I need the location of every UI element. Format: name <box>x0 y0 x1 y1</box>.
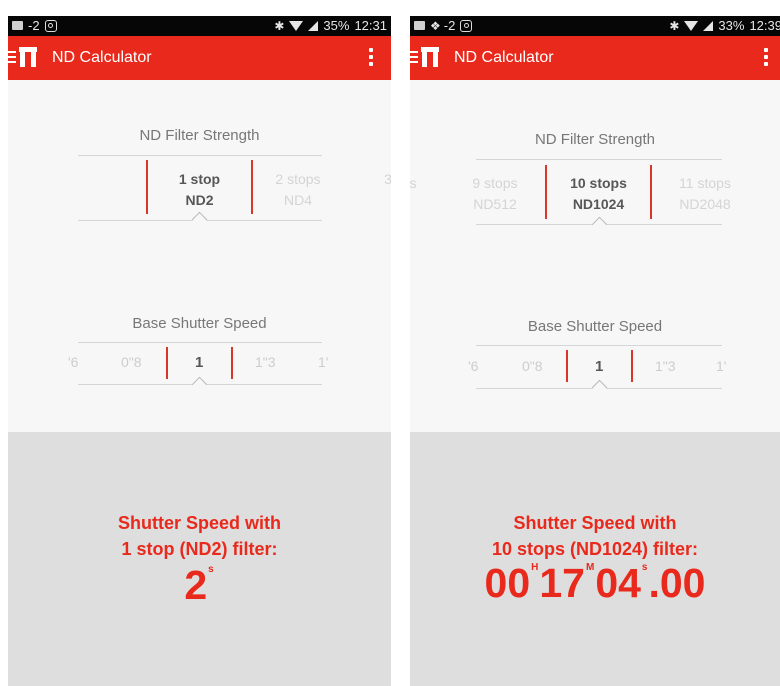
result-shutter-speed: 2s <box>184 562 214 608</box>
clock: 12:31 <box>354 18 387 33</box>
status-bar: -2 ✱ 35% 12:31 <box>8 16 391 36</box>
signal-icon <box>308 20 319 31</box>
nd-picker-indicator <box>191 211 208 228</box>
base-shutter-speed-title: Base Shutter Speed <box>527 318 663 335</box>
message-icon <box>414 21 425 30</box>
shutter-option-selected[interactable]: 1 <box>595 358 603 375</box>
nd-option-partial[interactable]: s <box>410 173 418 194</box>
battery-level: 33% <box>718 18 745 33</box>
bluetooth-icon: ✱ <box>274 18 285 33</box>
shutter-option[interactable]: '6 <box>68 354 78 370</box>
app-title: ND Calculator <box>454 49 554 66</box>
result-label: Shutter Speed with 1 stop (ND2) filter: <box>117 513 281 559</box>
notification-count: -2 <box>443 18 456 33</box>
nd-option-selected[interactable]: 10 stops ND1024 <box>547 173 650 215</box>
nd-picker-divider-right <box>650 165 652 219</box>
shutter-option[interactable]: 1' <box>318 354 328 370</box>
shutter-option-selected[interactable]: 1 <box>195 354 203 371</box>
instagram-icon <box>44 19 57 32</box>
nd-picker-divider-right <box>251 160 253 214</box>
shutter-option[interactable]: 0"8 <box>522 358 543 374</box>
left-phone-screen: -2 ✱ 35% 12:31 ND Calculator ND Filter S… <box>8 16 391 686</box>
menu-icon[interactable] <box>410 51 418 63</box>
bluetooth-icon: ✱ <box>669 18 680 33</box>
menu-icon[interactable] <box>8 51 16 63</box>
shutter-picker-indicator <box>591 379 608 396</box>
result-panel: Shutter Speed with 10 stops (ND1024) fil… <box>410 432 780 686</box>
wifi-icon <box>684 20 699 31</box>
signal-icon <box>703 20 714 31</box>
nd-option[interactable]: 9 stops ND512 <box>455 173 535 215</box>
nd-option-selected[interactable]: 1 stop ND2 <box>148 169 251 211</box>
message-icon <box>12 21 23 30</box>
shutter-option[interactable]: 0"8 <box>121 354 142 370</box>
seconds-unit: s <box>641 562 648 573</box>
shutter-option[interactable]: 1' <box>716 358 726 374</box>
nd-option-partial[interactable]: 3 <box>382 169 391 190</box>
shutter-option[interactable]: 1"3 <box>655 358 676 374</box>
nd-option[interactable]: 2 stops ND4 <box>258 169 338 211</box>
app-title: ND Calculator <box>52 49 152 66</box>
wifi-icon <box>289 20 304 31</box>
shutter-option[interactable]: '6 <box>468 358 478 374</box>
result-label: Shutter Speed with 10 stops (ND1024) fil… <box>491 513 699 559</box>
more-options-icon[interactable] <box>369 48 373 69</box>
app-bar: ND Calculator <box>8 36 391 80</box>
more-options-icon[interactable] <box>764 48 768 69</box>
shutter-picker-divider-right <box>231 347 233 379</box>
app-bar: ND Calculator <box>410 36 780 80</box>
shutter-picker-top-line <box>78 342 322 343</box>
nd-option[interactable]: 11 stops ND2048 <box>663 173 747 215</box>
notification-count: -2 <box>28 18 40 33</box>
dropbox-icon: ❖ <box>430 18 441 33</box>
hours-unit: H <box>531 562 539 573</box>
nd-filter-strength-title: ND Filter Strength <box>534 131 656 148</box>
shutter-picker-divider-right <box>631 350 633 382</box>
right-phone-screen: ❖ -2 ✱ 33% 12:39 ND Calculator ND Filter… <box>410 16 780 686</box>
nd-picker-indicator <box>591 216 608 233</box>
instagram-icon <box>460 19 473 32</box>
battery-level: 35% <box>323 18 350 33</box>
shutter-picker-divider-left <box>166 347 168 379</box>
result-shutter-speed: 00H17M04s.00 <box>484 560 706 606</box>
base-shutter-speed-title: Base Shutter Speed <box>132 315 267 332</box>
logo-icon <box>421 47 439 67</box>
clock: 12:39 <box>749 18 780 33</box>
nd-filter-strength-title: ND Filter Strength <box>139 127 260 144</box>
shutter-option[interactable]: 1"3 <box>255 354 276 370</box>
shutter-picker-top-line <box>476 345 722 346</box>
status-bar: ❖ -2 ✱ 33% 12:39 <box>410 16 780 36</box>
nd-picker-top-line <box>78 155 322 156</box>
shutter-picker-divider-left <box>566 350 568 382</box>
seconds-unit: s <box>208 564 214 575</box>
result-panel: Shutter Speed with 1 stop (ND2) filter: … <box>8 432 391 686</box>
minutes-unit: M <box>585 562 595 573</box>
nd-picker-top-line <box>476 159 722 160</box>
shutter-picker-indicator <box>191 376 208 393</box>
logo-icon <box>19 47 37 67</box>
